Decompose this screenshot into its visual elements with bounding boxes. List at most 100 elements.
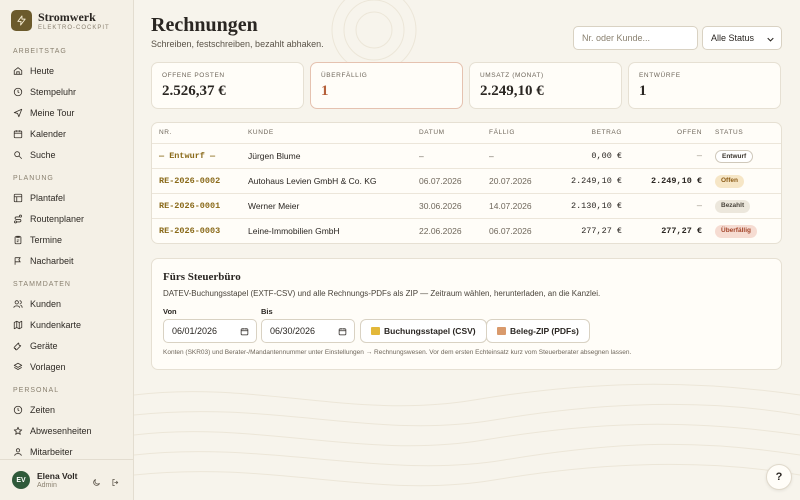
card-overdue: ÜBERFÄLLIG 1: [310, 62, 463, 109]
brand-subtitle: ELEKTRO-COCKPIT: [38, 24, 110, 31]
amount: 2.249,10 €: [570, 176, 622, 186]
calendar-icon[interactable]: [240, 327, 249, 336]
sidebar-item-kalender[interactable]: Kalender: [0, 123, 134, 144]
column-header-betrag: BETRAG: [591, 129, 622, 136]
export-zip-button[interactable]: Beleg-ZIP (PDFs): [486, 319, 590, 343]
sidebar-item-label: Heute: [30, 65, 55, 76]
home-icon: [13, 66, 23, 76]
amount: 277,27 €: [581, 226, 622, 236]
sidebar-item-label: Abwesenheiten: [30, 425, 92, 436]
chevron-down-icon: [767, 37, 774, 42]
table-row[interactable]: RE-2026-0002 Autohaus Levien GmbH & Co. K…: [152, 168, 781, 193]
sidebar-item-kundenkarte[interactable]: Kundenkarte: [0, 314, 134, 335]
export-zip-label: Beleg-ZIP (PDFs): [510, 326, 579, 336]
card-value: 2.249,10 €: [480, 83, 544, 99]
status-filter-value: Alle Status: [711, 33, 755, 43]
page-title: Rechnungen: [151, 14, 258, 36]
sidebar-item-geräte[interactable]: Geräte: [0, 335, 134, 356]
amount: 2.130,10 €: [570, 201, 622, 211]
customer-name: Jürgen Blume: [248, 151, 301, 161]
calendar-icon[interactable]: [338, 327, 347, 336]
due-date: –: [489, 151, 494, 161]
sidebar-item-label: Plantafel: [30, 192, 66, 203]
status-filter-select[interactable]: Alle Status: [702, 26, 782, 50]
sidebar-section-label: PLANUNG: [13, 175, 54, 182]
column-header-nr: NR.: [159, 129, 172, 136]
help-button[interactable]: ?: [766, 464, 792, 490]
logout-icon[interactable]: [111, 474, 120, 492]
from-label: Von: [163, 307, 177, 316]
export-csv-button[interactable]: Buchungsstapel (CSV): [360, 319, 487, 343]
user-name: Elena Volt: [37, 471, 78, 481]
layers-icon: [13, 362, 23, 372]
sidebar-item-label: Kalender: [30, 128, 67, 139]
archive-icon: [497, 327, 506, 335]
invoice-date: 06.07.2026: [419, 176, 462, 186]
sidebar-item-vorlagen[interactable]: Vorlagen: [0, 356, 134, 377]
map-icon: [13, 320, 23, 330]
open-amount: —: [696, 201, 702, 211]
card-label: UMSATZ (MONAT): [480, 72, 544, 79]
status-badge: Entwurf: [715, 150, 754, 163]
search-icon: [13, 150, 23, 160]
moon-icon[interactable]: [92, 474, 101, 492]
sidebar-item-termine[interactable]: Termine: [0, 229, 134, 250]
send-icon: [13, 108, 23, 118]
sidebar-item-label: Suche: [30, 149, 56, 160]
sidebar-item-label: Stempeluhr: [30, 86, 77, 97]
grid-icon: [13, 193, 23, 203]
invoice-date: 30.06.2026: [419, 201, 462, 211]
sidebar-item-stempeluhr[interactable]: Stempeluhr: [0, 81, 134, 102]
status-badge: Offen: [715, 175, 744, 188]
status-badge: Überfällig: [715, 225, 757, 238]
table-row[interactable]: RE-2026-0001 Werner Meier 30.06.2026 14.07.…: [152, 193, 781, 218]
invoice-table: NR. KUNDE DATUM FÄLLIG BETRAG OFFEN STAT…: [151, 122, 782, 244]
tax-description: DATEV-Buchungsstapel (EXTF-CSV) und alle…: [163, 289, 601, 298]
sidebar-item-abwesenheiten[interactable]: Abwesenheiten: [0, 420, 134, 441]
invoice-number: RE-2026-0001: [159, 201, 221, 211]
column-header-offen: OFFEN: [676, 129, 702, 136]
to-label: Bis: [261, 307, 273, 316]
avatar[interactable]: EV: [12, 471, 30, 489]
column-header-faellig: FÄLLIG: [489, 129, 515, 136]
sidebar-item-label: Termine: [30, 234, 63, 245]
lightning-icon: [11, 10, 32, 31]
card-revenue-month: UMSATZ (MONAT) 2.249,10 €: [469, 62, 622, 109]
sidebar-item-nacharbeit[interactable]: Nacharbeit: [0, 250, 134, 271]
invoice-number: RE-2026-0002: [159, 176, 221, 186]
sidebar: Stromwerk ELEKTRO-COCKPIT ARBEITSTAG Heut…: [0, 0, 134, 500]
from-date-input[interactable]: 06/01/2026: [163, 319, 257, 343]
invoice-date: –: [419, 151, 424, 161]
sidebar-item-routenplaner[interactable]: Routenplaner: [0, 208, 134, 229]
sidebar-item-plantafel[interactable]: Plantafel: [0, 187, 134, 208]
tax-export-panel: Fürs Steuerbüro DATEV-Buchungsstapel (EX…: [151, 258, 782, 370]
sidebar-item-zeiten[interactable]: Zeiten: [0, 399, 134, 420]
sidebar-item-meine-tour[interactable]: Meine Tour: [0, 102, 134, 123]
flag-icon: [13, 256, 23, 266]
user-panel: EV Elena Volt Admin: [0, 459, 134, 500]
sidebar-item-suche[interactable]: Suche: [0, 144, 134, 165]
sidebar-item-label: Mitarbeiter: [30, 446, 73, 457]
card-drafts: ENTWÜRFE 1: [628, 62, 781, 109]
sidebar-item-kunden[interactable]: Kunden: [0, 293, 134, 314]
table-row[interactable]: — Entwurf — Jürgen Blume – – 0,00 € — Entwurf: [152, 143, 781, 168]
table-row[interactable]: RE-2026-0003 Leine-Immobilien GmbH 22.06.2…: [152, 218, 781, 243]
clipboard-icon: [13, 235, 23, 245]
sidebar-item-heute[interactable]: Heute: [0, 60, 134, 81]
brand[interactable]: Stromwerk ELEKTRO-COCKPIT: [11, 10, 110, 31]
sidebar-section-label: PERSONAL: [13, 387, 60, 394]
sidebar-nav: ARBEITSTAG Heute Stempeluhr Meine Tour Kalen…: [0, 44, 134, 462]
invoice-number: — Entwurf —: [159, 151, 216, 161]
search-input[interactable]: [573, 26, 698, 50]
customer-name: Autohaus Levien GmbH & Co. KG: [248, 176, 377, 186]
sidebar-item-label: Kunden: [30, 298, 62, 309]
sidebar-item-label: Meine Tour: [30, 107, 75, 118]
tax-note: Konten (SKR03) und Berater-/Mandantennum…: [163, 349, 632, 356]
tool-icon: [13, 341, 23, 351]
to-date-input[interactable]: 06/30/2026: [261, 319, 355, 343]
customer-name: Leine-Immobilien GmbH: [248, 226, 340, 236]
card-value: 1: [321, 83, 329, 99]
sidebar-item-label: Vorlagen: [30, 361, 66, 372]
from-date-value: 06/01/2026: [172, 326, 218, 336]
page-subtitle: Schreiben, festschreiben, bezahlt abhake…: [151, 39, 324, 49]
